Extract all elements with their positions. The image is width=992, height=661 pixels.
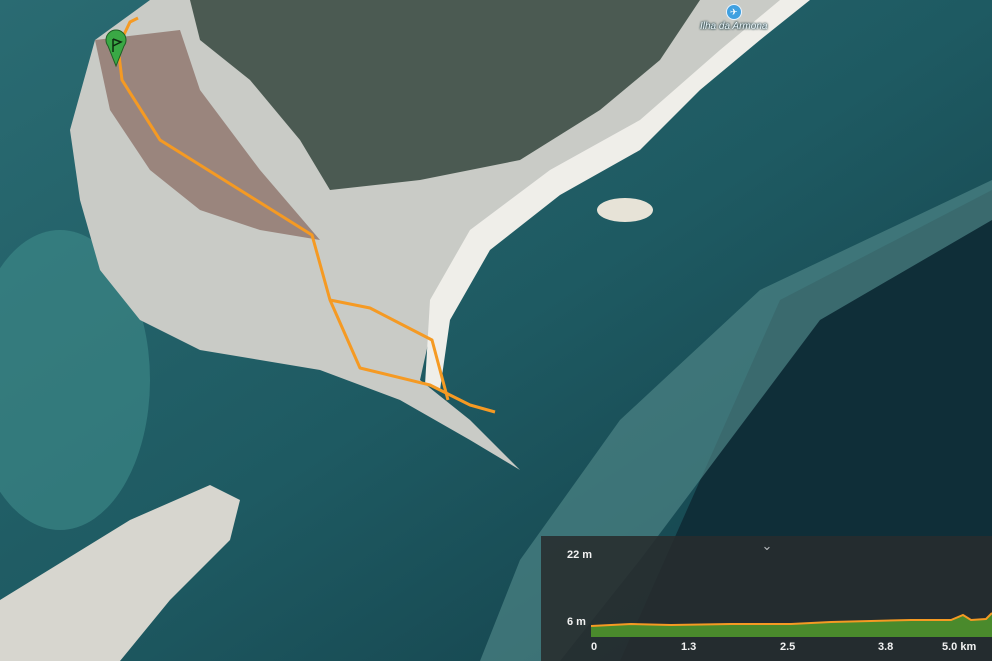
x-tick-1: 1.3 <box>681 641 697 653</box>
x-tick-4: 5.0 km <box>942 641 977 653</box>
x-tick-2: 2.5 <box>780 641 796 653</box>
chevron-down-icon[interactable]: ⌄ <box>759 538 775 554</box>
x-tick-0: 0 <box>591 641 598 653</box>
elevation-max-label: 22 m <box>567 549 593 561</box>
elevation-min-label: 6 m <box>567 616 586 628</box>
place-label-text: Ilha da Armona <box>700 21 768 32</box>
airplane-icon: ✈ <box>725 4 742 20</box>
place-label-ilha-da-armona[interactable]: ✈ Ilha da Armona <box>700 4 767 32</box>
x-tick-3: 3.8 <box>878 641 894 653</box>
sand-islet <box>597 198 653 222</box>
elevation-panel: ⌄ 22 m 6 m 0 1.3 2.5 3.8 5.0 km <box>541 536 992 661</box>
elevation-profile-chart[interactable] <box>591 599 992 637</box>
